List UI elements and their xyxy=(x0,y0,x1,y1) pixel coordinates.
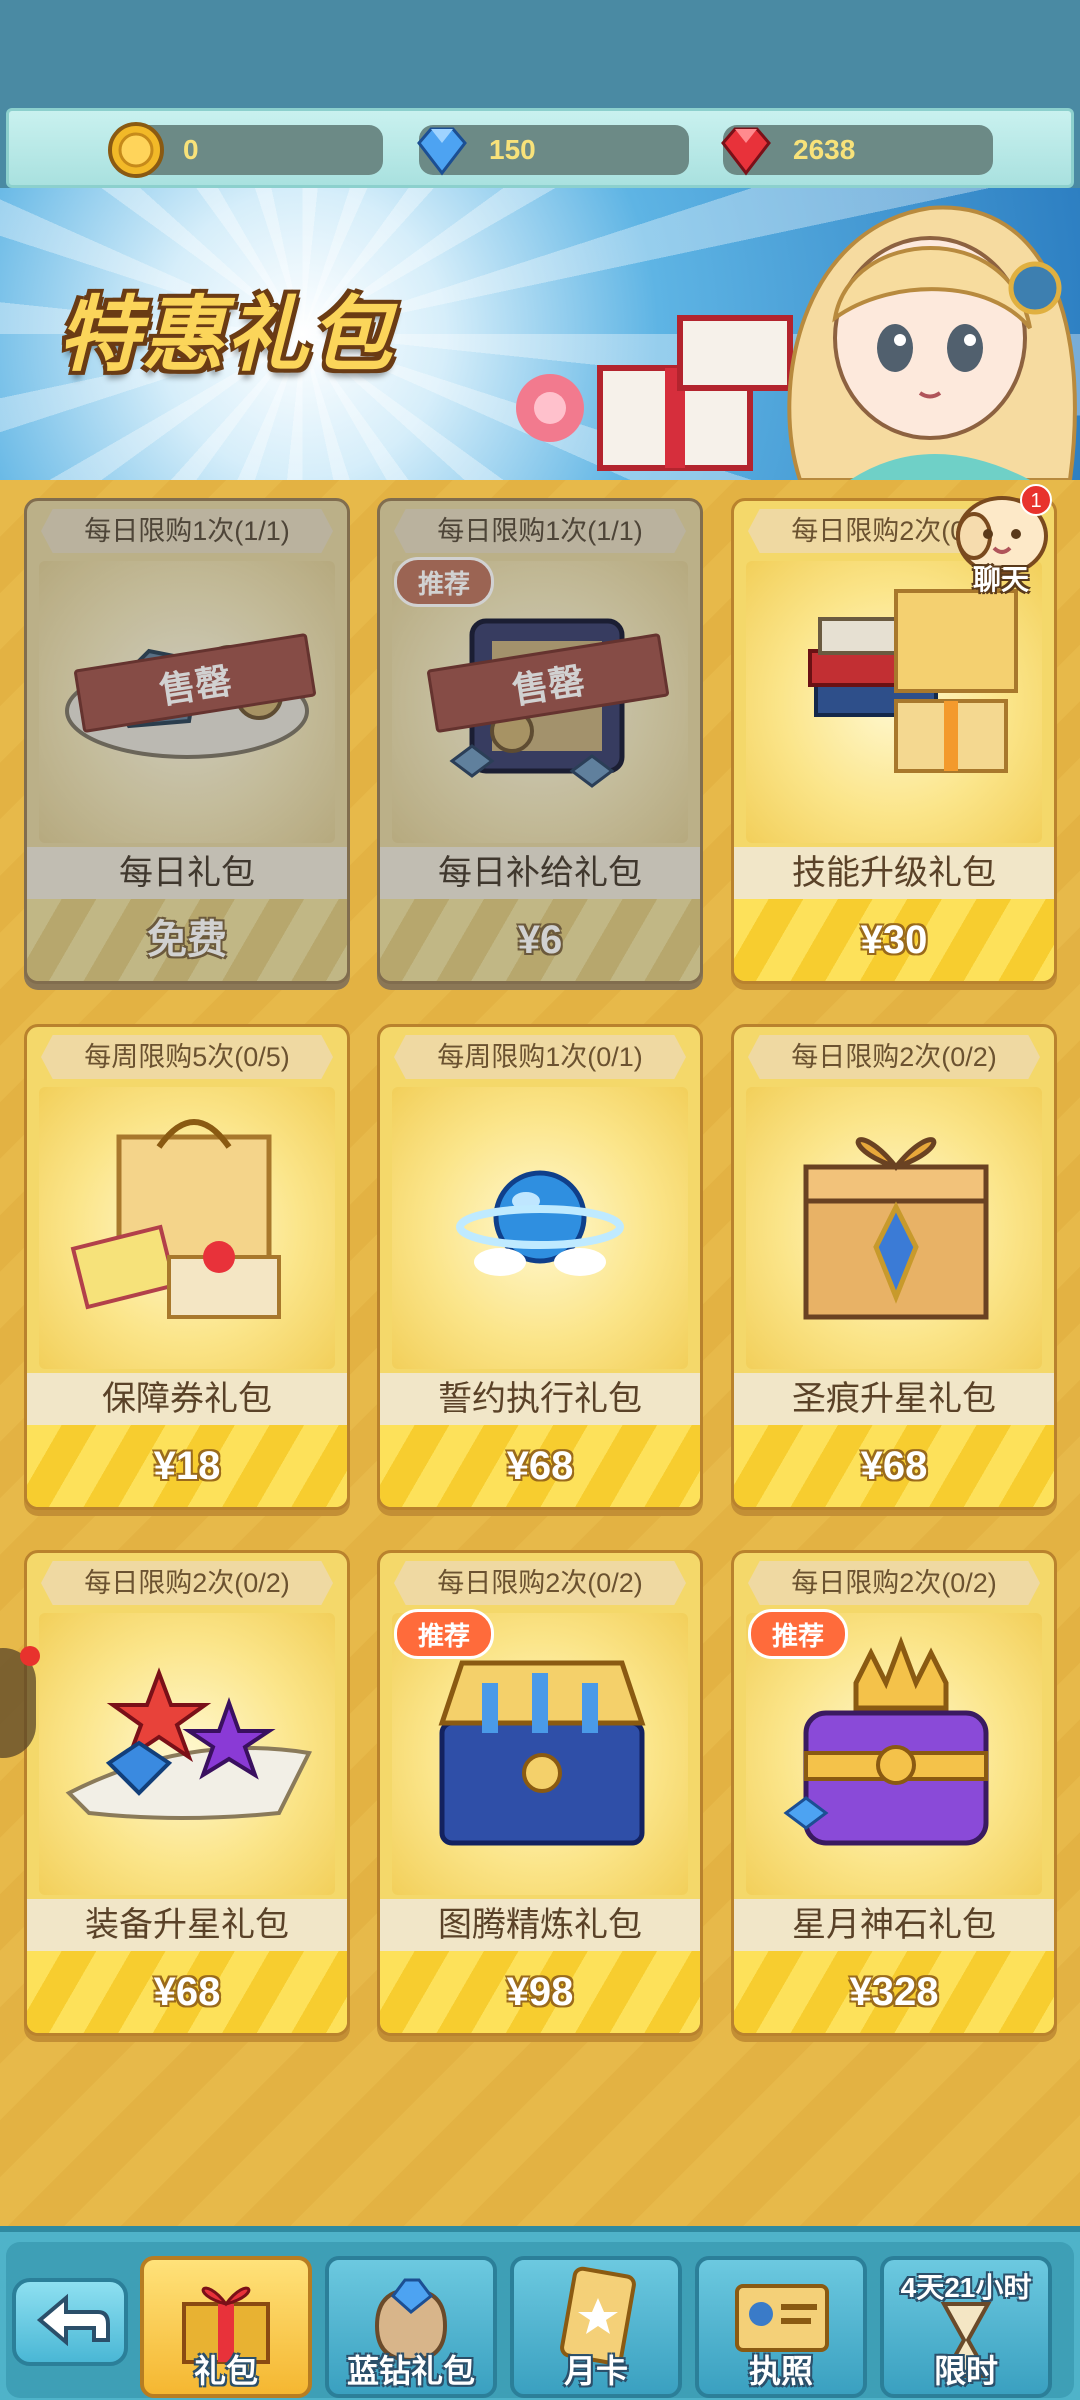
pack-name: 技能升级礼包 xyxy=(734,847,1054,899)
recommended-tag: 推荐 xyxy=(394,1609,494,1659)
blue-diamond-icon xyxy=(417,127,467,176)
pack-price: ¥18 xyxy=(27,1425,347,1507)
purchase-limit: 每日限购2次(0/2) xyxy=(748,1561,1040,1605)
purchase-limit: 每周限购5次(0/5) xyxy=(41,1035,333,1079)
pack-price: ¥98 xyxy=(380,1951,700,2033)
gift-box-icon xyxy=(803,1137,989,1320)
pack-name: 每日补给礼包 xyxy=(380,847,700,899)
blue-orb-icon xyxy=(456,1170,624,1276)
gift-pack-grid: 每日限购1次(1/1) 售罄 每日礼包 免费 每日限购1次(1/1) 推荐 售罄 xyxy=(0,480,1080,2226)
currency-bar: 0 150 2638 xyxy=(6,108,1074,188)
pack-art xyxy=(746,561,1042,843)
bottom-nav: 礼包 蓝钻礼包 月卡 执照 4天21小时 限时 xyxy=(0,2226,1080,2400)
tab-license[interactable]: 执照 xyxy=(695,2256,867,2398)
pack-name: 装备升星礼包 xyxy=(27,1899,347,1951)
banner: 特惠礼包 xyxy=(0,188,1080,480)
red-gem-currency[interactable]: 2638 xyxy=(721,125,993,176)
pack-card-stigmata-star-up[interactable]: 每日限购2次(0/2) 圣痕升星礼包 ¥68 xyxy=(731,1024,1057,1510)
tab-label: 月卡 xyxy=(563,2353,628,2389)
purchase-limit: 每周限购1次(0/1) xyxy=(394,1035,686,1079)
pack-price: ¥68 xyxy=(734,1425,1054,1507)
gold-value: 0 xyxy=(183,134,199,165)
pack-card-daily[interactable]: 每日限购1次(1/1) 售罄 每日礼包 免费 xyxy=(24,498,350,984)
chat-button[interactable]: 1 聊天 xyxy=(936,484,1062,602)
recommended-tag: 推荐 xyxy=(394,557,494,607)
bottom-nav-inner: 礼包 蓝钻礼包 月卡 执照 4天21小时 限时 xyxy=(6,2242,1074,2398)
pack-name: 星月神石礼包 xyxy=(734,1899,1054,1951)
pack-art xyxy=(746,1087,1042,1369)
tab-label: 限时 xyxy=(933,2353,998,2389)
pack-name: 图腾精炼礼包 xyxy=(380,1899,700,1951)
pack-card-star-moon-stone[interactable]: 每日限购2次(0/2) 推荐 星月神石礼包 ¥328 xyxy=(731,1550,1057,2036)
diamond-value: 150 xyxy=(489,134,536,165)
chat-label: 聊天 xyxy=(972,564,1029,595)
back-button[interactable] xyxy=(12,2278,128,2366)
pack-card-totem-refine[interactable]: 每日限购2次(0/2) 推荐 图腾精炼礼包 ¥98 xyxy=(377,1550,703,2036)
pack-art xyxy=(39,1613,335,1895)
pack-name: 保障券礼包 xyxy=(27,1373,347,1425)
red-gem-icon xyxy=(721,127,771,176)
purchase-limit: 每日限购2次(0/2) xyxy=(41,1561,333,1605)
status-bar xyxy=(0,0,1080,108)
pack-name: 誓约执行礼包 xyxy=(380,1373,700,1425)
tab-label: 蓝钻礼包 xyxy=(346,2353,475,2389)
purchase-limit: 每日限购2次(0/2) xyxy=(748,1035,1040,1079)
gold-coin-icon xyxy=(108,122,164,178)
tab-limited-time[interactable]: 4天21小时 限时 xyxy=(880,2256,1052,2398)
pack-price: ¥30 xyxy=(734,899,1054,981)
purchase-limit: 每日限购1次(1/1) xyxy=(41,509,333,553)
banner-title: 特惠礼包 xyxy=(58,290,394,381)
pack-name: 每日礼包 xyxy=(27,847,347,899)
pack-price: ¥6 xyxy=(380,899,700,981)
tab-label: 执照 xyxy=(748,2353,813,2389)
pack-card-equipment-star-up[interactable]: 每日限购2次(0/2) 装备升星礼包 ¥68 xyxy=(24,1550,350,2036)
tab-blue-diamond-pack[interactable]: 蓝钻礼包 xyxy=(325,2256,497,2398)
stars-gems-icon xyxy=(65,1667,313,1820)
chat-notification-badge: 1 xyxy=(1020,484,1052,516)
pack-card-guarantee-ticket[interactable]: 每周限购5次(0/5) 保障券礼包 ¥18 xyxy=(24,1024,350,1510)
ticket-bag-icon xyxy=(70,1119,281,1319)
pack-card-oath-execution[interactable]: 每周限购1次(0/1) 誓约执行礼包 ¥68 xyxy=(377,1024,703,1510)
gold-currency[interactable]: 0 xyxy=(108,122,383,178)
pack-price: ¥68 xyxy=(380,1425,700,1507)
pack-card-daily-supply[interactable]: 每日限购1次(1/1) 推荐 售罄 每日补给礼包 ¥6 xyxy=(377,498,703,984)
blue-diamond-currency[interactable]: 150 xyxy=(417,125,689,176)
pack-art xyxy=(392,1087,688,1369)
tab-gift-pack[interactable]: 礼包 xyxy=(140,2256,312,2398)
back-arrow-icon xyxy=(36,2293,110,2347)
side-notification-dot xyxy=(20,1646,40,1666)
recommended-tag: 推荐 xyxy=(748,1609,848,1659)
gem-value: 2638 xyxy=(793,134,856,165)
pack-name: 圣痕升星礼包 xyxy=(734,1373,1054,1425)
character-illustration xyxy=(516,205,1077,480)
tab-monthly-card[interactable]: 月卡 xyxy=(510,2256,682,2398)
tab-label: 礼包 xyxy=(193,2353,258,2389)
pack-price: ¥328 xyxy=(734,1951,1054,2033)
books-icon xyxy=(808,589,1018,773)
purchase-limit: 每日限购2次(0/2) xyxy=(394,1561,686,1605)
pack-price: 免费 xyxy=(27,899,347,981)
pack-art xyxy=(39,1087,335,1369)
purchase-limit: 每日限购1次(1/1) xyxy=(394,509,686,553)
pack-price: ¥68 xyxy=(27,1951,347,2033)
